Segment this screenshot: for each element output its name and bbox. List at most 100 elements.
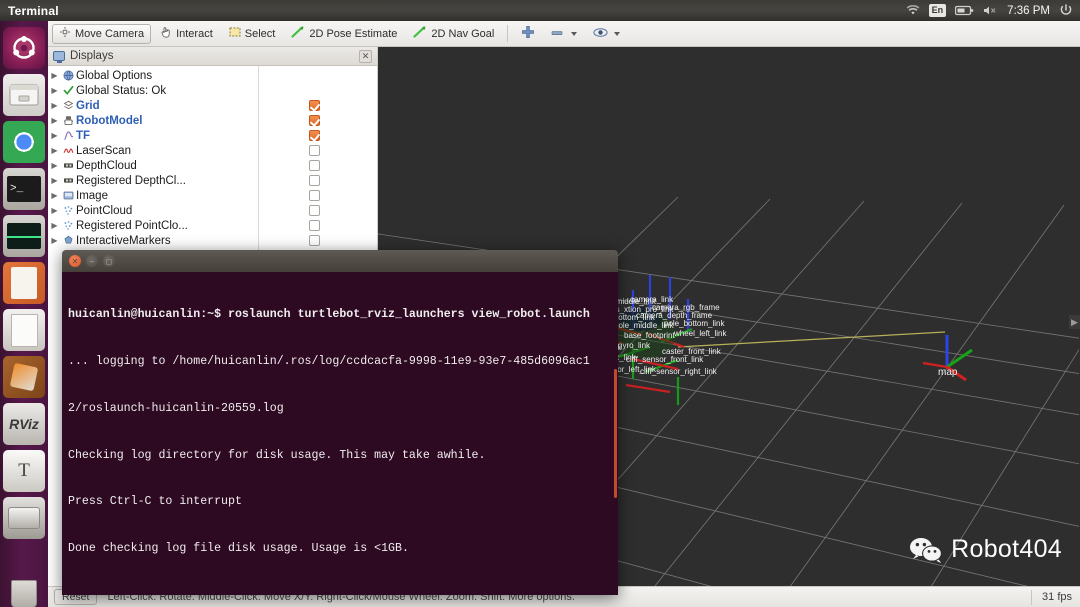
clock[interactable]: 7:36 PM xyxy=(1007,5,1050,17)
terminal-titlebar[interactable]: ✕ – ◻ xyxy=(62,250,618,272)
tool-2d-pose-estimate-label: 2D Pose Estimate xyxy=(309,27,398,40)
display-checkbox-pointcloud[interactable] xyxy=(309,205,320,216)
display-checkbox-laserscan[interactable] xyxy=(309,145,320,156)
display-row-laserscan[interactable]: ▶ LaserScan xyxy=(48,143,377,158)
close-icon[interactable]: ✕ xyxy=(69,255,81,267)
expand-arrow-icon[interactable]: ▶ xyxy=(48,101,61,110)
launcher-item-rviz[interactable]: RViz xyxy=(3,403,45,445)
tool-move-camera-label: Move Camera xyxy=(75,27,145,40)
tool-move-camera[interactable]: Move Camera xyxy=(52,23,152,44)
tool-interact[interactable]: Interact xyxy=(153,24,220,44)
launcher-item-ubuntu-dash[interactable] xyxy=(3,27,45,69)
display-checkbox-grid[interactable] xyxy=(309,100,320,111)
display-row-image[interactable]: ▶ Image xyxy=(48,188,377,203)
minimize-icon[interactable]: – xyxy=(86,255,98,267)
pointcloud-icon xyxy=(61,205,76,216)
close-icon[interactable]: ✕ xyxy=(359,49,372,63)
keyboard-layout-indicator[interactable]: En xyxy=(928,4,947,17)
launcher-item-chrome[interactable] xyxy=(3,121,45,163)
tool-properties[interactable] xyxy=(586,24,627,44)
expand-arrow-icon[interactable]: ▶ xyxy=(48,221,61,230)
display-checkbox-robotmodel[interactable] xyxy=(309,115,320,126)
display-checkbox-interactive-markers[interactable] xyxy=(309,235,320,246)
expand-arrow-icon[interactable]: ▶ xyxy=(48,236,61,245)
launcher-item-trash[interactable] xyxy=(3,573,45,607)
launcher-item-system-monitor[interactable] xyxy=(3,215,45,257)
expand-arrow-icon[interactable]: ▶ xyxy=(48,86,61,95)
display-checkbox-cell xyxy=(303,145,377,156)
display-label: Image xyxy=(76,189,108,202)
chevron-down-icon[interactable] xyxy=(571,31,578,36)
launcher-item-text-editor[interactable]: T xyxy=(3,450,45,492)
monitor-graph-icon xyxy=(7,223,41,249)
move-camera-icon xyxy=(59,26,71,41)
tool-2d-nav-goal[interactable]: 2D Nav Goal xyxy=(406,24,501,44)
display-row-tf[interactable]: ▶ TF xyxy=(48,128,377,143)
display-label: Registered DepthCl... xyxy=(76,174,186,187)
display-checkbox-tf[interactable] xyxy=(309,130,320,141)
expand-arrow-icon[interactable]: ▶ xyxy=(48,191,61,200)
expand-arrow-icon[interactable]: ▶ xyxy=(48,71,61,80)
screen-root: Terminal En 7:36 PM >_ RViz T Move Camer… xyxy=(0,0,1080,607)
tool-select[interactable]: Select xyxy=(222,24,283,44)
cube-icon xyxy=(9,362,39,392)
display-row-global-options[interactable]: ▶ Global Options xyxy=(48,68,377,83)
volume-muted-icon[interactable] xyxy=(983,5,998,16)
terminal-window[interactable]: ✕ – ◻ huicanlin@huicanlin:~$ roslaunch t… xyxy=(62,250,618,595)
terminal-scrollbar-thumb[interactable] xyxy=(614,368,617,499)
display-row-interactive-markers[interactable]: ▶ InteractiveMarkers xyxy=(48,233,377,248)
launcher-item-writer[interactable] xyxy=(3,309,45,351)
expand-arrow-icon[interactable]: ▶ xyxy=(48,206,61,215)
eye-icon xyxy=(593,27,608,41)
tool-2d-pose-estimate[interactable]: 2D Pose Estimate xyxy=(284,24,404,44)
expand-arrow-icon[interactable]: ▶ xyxy=(48,146,61,155)
minus-icon xyxy=(551,28,565,40)
laserscan-icon xyxy=(61,145,76,156)
display-checkbox-depthcloud[interactable] xyxy=(309,160,320,171)
display-checkbox-registered-pointcloud[interactable] xyxy=(309,220,320,231)
terminal-line: ... logging to /home/huicanlin/.ros/log/… xyxy=(68,354,590,368)
wifi-icon[interactable] xyxy=(906,5,920,16)
terminal-line: huicanlin@huicanlin:~$ roslaunch turtleb… xyxy=(68,308,590,322)
display-row-registered-depthcloud[interactable]: ▶ Registered DepthCl... xyxy=(48,173,377,188)
chevron-right-icon[interactable]: ▶ xyxy=(1069,315,1080,329)
expand-arrow-icon[interactable]: ▶ xyxy=(48,116,61,125)
plus-icon xyxy=(521,25,535,42)
launcher-item-disk[interactable] xyxy=(3,497,45,539)
display-row-global-status[interactable]: ▶ Global Status: Ok xyxy=(48,83,377,98)
letter-t-icon: T xyxy=(18,460,30,481)
launcher-item-files[interactable] xyxy=(3,74,45,116)
display-row-registered-pointcloud[interactable]: ▶ Registered PointClo... xyxy=(48,218,377,233)
hand-pointer-icon xyxy=(160,26,172,41)
display-checkbox-cell xyxy=(303,175,377,186)
grid-icon xyxy=(61,100,76,111)
expand-arrow-icon[interactable]: ▶ xyxy=(48,161,61,170)
chevron-down-icon[interactable] xyxy=(614,31,621,36)
display-row-robotmodel[interactable]: ▶ RobotModel xyxy=(48,113,377,128)
tool-2d-nav-goal-label: 2D Nav Goal xyxy=(431,27,495,40)
display-checkbox-registered-depthcloud[interactable] xyxy=(309,175,320,186)
launcher-item-impress[interactable] xyxy=(3,262,45,304)
display-label: PointCloud xyxy=(76,204,133,217)
maximize-icon[interactable]: ◻ xyxy=(103,255,115,267)
display-checkbox-image[interactable] xyxy=(309,190,320,201)
terminal-output[interactable]: huicanlin@huicanlin:~$ roslaunch turtleb… xyxy=(62,272,618,595)
power-gear-icon[interactable] xyxy=(1059,4,1073,17)
display-row-grid[interactable]: ▶ Grid xyxy=(48,98,377,113)
launcher-item-terminal[interactable]: >_ xyxy=(3,168,45,210)
terminal-line: Press Ctrl-C to interrupt xyxy=(68,495,242,509)
battery-icon[interactable] xyxy=(955,5,974,16)
tool-remove[interactable] xyxy=(544,24,584,44)
terminal-scrollbar[interactable] xyxy=(612,272,618,595)
unity-launcher: >_ RViz T xyxy=(0,21,48,607)
display-row-pointcloud[interactable]: ▶ PointCloud xyxy=(48,203,377,218)
expand-arrow-icon[interactable]: ▶ xyxy=(48,131,61,140)
wechat-icon xyxy=(909,537,943,563)
display-row-depthcloud[interactable]: ▶ DepthCloud xyxy=(48,158,377,173)
tool-add[interactable] xyxy=(514,24,542,44)
rviz-toolbar: Move Camera Interact Select 2D Pose Esti… xyxy=(48,21,1080,47)
fps-counter: 31 fps xyxy=(1031,589,1080,605)
expand-arrow-icon[interactable]: ▶ xyxy=(48,176,61,185)
launcher-item-gazebo[interactable] xyxy=(3,356,45,398)
